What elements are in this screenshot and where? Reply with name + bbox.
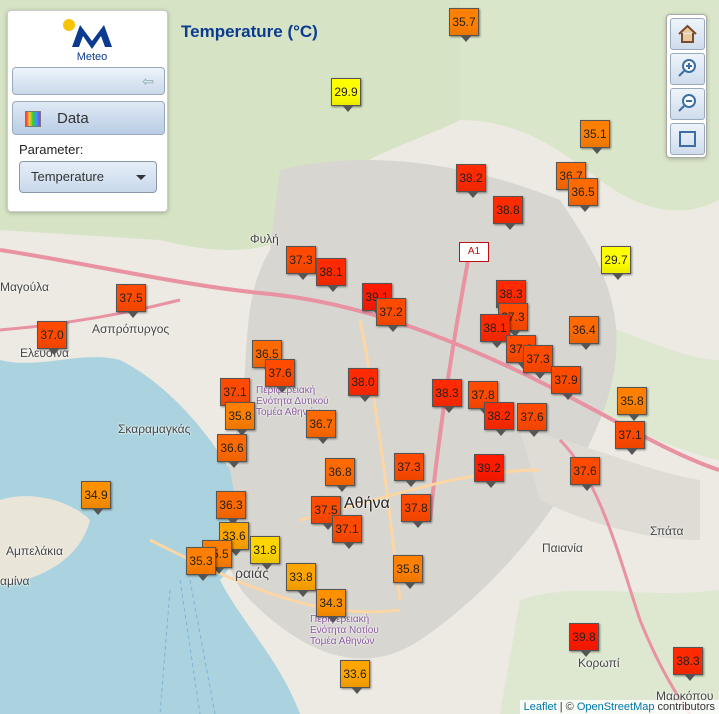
zoom-out-icon xyxy=(678,94,696,112)
label-spata: Σπάτα xyxy=(650,524,684,538)
label-athens: Αθήνα xyxy=(344,495,390,512)
temperature-marker[interactable]: 37.0 xyxy=(37,321,67,355)
fit-extent-button[interactable] xyxy=(670,123,705,155)
temperature-marker[interactable]: 38.3 xyxy=(673,647,703,681)
temperature-marker[interactable]: 33.6 xyxy=(340,660,370,694)
label-salamina: αμίνα xyxy=(0,574,30,588)
temperature-marker[interactable]: 29.7 xyxy=(601,246,631,280)
label-paiania: Παιανία xyxy=(542,541,583,555)
temperature-marker[interactable]: 38.2 xyxy=(484,402,514,436)
temperature-marker[interactable]: 33.8 xyxy=(286,563,316,597)
temperature-marker[interactable]: 37.2 xyxy=(376,298,406,332)
map-toolbar xyxy=(666,14,707,158)
leaflet-link[interactable]: Leaflet xyxy=(524,701,557,713)
temperature-marker[interactable]: 35.8 xyxy=(617,387,647,421)
label-fyli: Φυλή xyxy=(250,232,279,246)
temperature-marker[interactable]: 29.9 xyxy=(331,78,361,112)
collapse-panel-button[interactable]: ⇦ xyxy=(12,67,165,95)
chevron-down-icon xyxy=(136,175,146,180)
temperature-marker[interactable]: 36.7 xyxy=(306,410,336,444)
map-title: Temperature (°C) xyxy=(181,22,318,41)
temperature-marker[interactable]: 38.3 xyxy=(432,379,462,413)
temperature-marker[interactable]: 37.9 xyxy=(551,366,581,400)
temperature-marker[interactable]: 35.1 xyxy=(580,120,610,154)
temperature-marker[interactable]: 37.6 xyxy=(570,457,600,491)
label-admin-south: Περιφερειακή Ενότητα Νοτίου Τομέα Αθηνών xyxy=(310,614,379,647)
label-koropi: Κορωπί xyxy=(578,656,620,670)
attribution-sep: | © xyxy=(556,701,577,713)
label-ampelakia: Αμπελάκια xyxy=(6,544,63,558)
temperature-marker[interactable]: 36.6 xyxy=(217,434,247,468)
temperature-marker[interactable]: 38.1 xyxy=(316,258,346,292)
parameter-label: Parameter: xyxy=(19,142,84,157)
osm-link[interactable]: OpenStreetMap xyxy=(577,701,655,713)
meteo-logo-icon xyxy=(63,19,112,49)
temperature-marker[interactable]: 37.6 xyxy=(265,359,295,393)
temperature-marker[interactable]: 37.3 xyxy=(286,246,316,280)
label-aspropyrgos: Ασπρόπυργος xyxy=(92,322,170,336)
temperature-marker[interactable]: 34.9 xyxy=(81,481,111,515)
temperature-marker[interactable]: 36.8 xyxy=(325,458,355,492)
temperature-marker[interactable]: 37.1 xyxy=(615,421,645,455)
temperature-marker[interactable]: 36.3 xyxy=(216,491,246,525)
control-panel: Meteo ⇦ Data Parameter: Temperature xyxy=(7,10,168,212)
label-magoula: Μαγούλα xyxy=(0,280,49,294)
parameter-select[interactable]: Temperature xyxy=(19,161,157,193)
temperature-marker[interactable]: 34.3 xyxy=(316,589,346,623)
home-button[interactable] xyxy=(670,18,705,50)
zoom-in-button[interactable] xyxy=(670,53,705,85)
temperature-marker[interactable]: 37.5 xyxy=(116,284,146,318)
temperature-marker[interactable]: 35.8 xyxy=(393,555,423,589)
temperature-marker[interactable]: 38.0 xyxy=(348,368,378,402)
temperature-marker[interactable]: 35.3 xyxy=(186,547,216,581)
extent-icon xyxy=(679,131,696,147)
temperature-marker[interactable]: 38.8 xyxy=(493,196,523,230)
home-icon xyxy=(678,24,697,43)
temperature-marker[interactable]: 38.2 xyxy=(456,164,486,198)
zoom-out-button[interactable] xyxy=(670,88,705,120)
temperature-marker[interactable]: 37.1 xyxy=(332,515,362,549)
temperature-marker[interactable]: 36.5 xyxy=(568,178,598,212)
temperature-marker[interactable]: 35.7 xyxy=(449,8,479,42)
temperature-marker[interactable]: 39.8 xyxy=(569,623,599,657)
temperature-marker[interactable]: 37.8 xyxy=(401,494,431,528)
meteo-logo: Meteo xyxy=(62,17,122,63)
label-skaramangas: Σκαραμαγκάς xyxy=(118,422,191,436)
zoom-in-icon xyxy=(678,59,696,77)
temperature-marker[interactable]: 37.3 xyxy=(523,345,553,379)
parameter-select-value: Temperature xyxy=(31,169,104,184)
attribution-rest: contributors xyxy=(654,701,715,713)
temperature-marker[interactable]: 31.8 xyxy=(250,536,280,570)
data-button-label: Data xyxy=(57,110,89,127)
road-label-a1: A1 xyxy=(459,242,489,262)
data-button[interactable]: Data xyxy=(12,101,165,135)
arrow-left-icon: ⇦ xyxy=(142,73,154,89)
temperature-marker[interactable]: 39.2 xyxy=(474,454,504,488)
attribution: Leaflet | © OpenStreetMap contributors xyxy=(519,700,719,714)
temperature-marker[interactable]: 36.4 xyxy=(569,316,599,350)
temperature-marker[interactable]: 37.6 xyxy=(517,403,547,437)
logo-text: Meteo xyxy=(76,51,108,63)
temperature-marker[interactable]: 37.3 xyxy=(394,453,424,487)
temperature-marker[interactable]: 35.8 xyxy=(225,402,255,436)
color-palette-icon xyxy=(25,111,41,127)
